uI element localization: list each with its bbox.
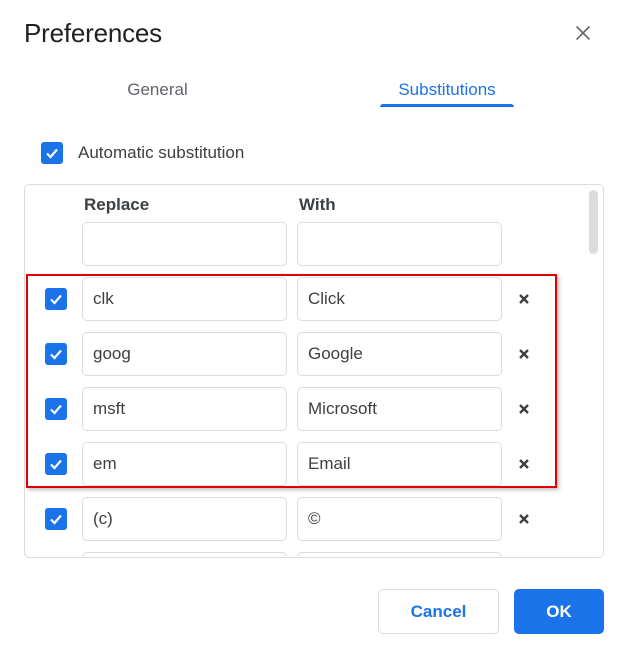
close-button[interactable] bbox=[572, 22, 594, 44]
checkmark-icon bbox=[50, 294, 62, 305]
delete-x-icon bbox=[519, 349, 529, 359]
new-with-input[interactable] bbox=[297, 222, 502, 266]
delete-row-button[interactable] bbox=[516, 511, 532, 527]
checkmark-icon bbox=[50, 514, 62, 525]
clipped-row bbox=[0, 552, 633, 557]
with-input[interactable]: Microsoft bbox=[297, 387, 502, 431]
tab-general[interactable]: General bbox=[100, 80, 215, 108]
delete-row-button[interactable] bbox=[516, 456, 532, 472]
replace-input[interactable]: (c) bbox=[82, 497, 287, 541]
delete-row-button[interactable] bbox=[516, 346, 532, 362]
checkmark-icon bbox=[50, 349, 62, 360]
with-input[interactable]: Email bbox=[297, 442, 502, 486]
ok-button[interactable]: OK bbox=[514, 589, 604, 634]
delete-x-icon bbox=[519, 404, 529, 414]
replace-input[interactable]: goog bbox=[82, 332, 287, 376]
checkmark-icon bbox=[50, 404, 62, 415]
column-header-replace: Replace bbox=[84, 195, 150, 214]
with-input[interactable] bbox=[297, 552, 502, 557]
row-checkbox[interactable] bbox=[45, 453, 67, 475]
delete-row-button[interactable] bbox=[516, 401, 532, 417]
row-checkbox[interactable] bbox=[45, 343, 67, 365]
automatic-substitution-option[interactable]: Automatic substitution bbox=[41, 142, 244, 164]
replace-input[interactable]: msft bbox=[82, 387, 287, 431]
with-input[interactable]: Click bbox=[297, 277, 502, 321]
with-input[interactable]: Google bbox=[297, 332, 502, 376]
replace-input[interactable]: em bbox=[82, 442, 287, 486]
active-tab-indicator bbox=[380, 104, 514, 107]
replace-input[interactable] bbox=[82, 552, 287, 557]
close-icon bbox=[575, 25, 591, 41]
column-header-with: With bbox=[299, 195, 336, 214]
with-input[interactable]: © bbox=[297, 497, 502, 541]
replace-input[interactable]: clk bbox=[82, 277, 287, 321]
delete-x-icon bbox=[519, 459, 529, 469]
delete-x-icon bbox=[519, 294, 529, 304]
checkmark-icon bbox=[46, 148, 58, 159]
cancel-button[interactable]: Cancel bbox=[378, 589, 499, 634]
automatic-substitution-label: Automatic substitution bbox=[78, 143, 245, 162]
row-checkbox[interactable] bbox=[45, 398, 67, 420]
row-checkbox[interactable] bbox=[45, 288, 67, 310]
delete-x-icon bbox=[519, 514, 529, 524]
checkmark-icon bbox=[50, 459, 62, 470]
scrollbar-thumb[interactable] bbox=[589, 190, 598, 254]
dialog-title: Preferences bbox=[24, 18, 162, 48]
delete-row-button[interactable] bbox=[516, 291, 532, 307]
row-checkbox[interactable] bbox=[45, 508, 67, 530]
automatic-substitution-checkbox[interactable] bbox=[41, 142, 63, 164]
new-replace-input[interactable] bbox=[82, 222, 287, 266]
